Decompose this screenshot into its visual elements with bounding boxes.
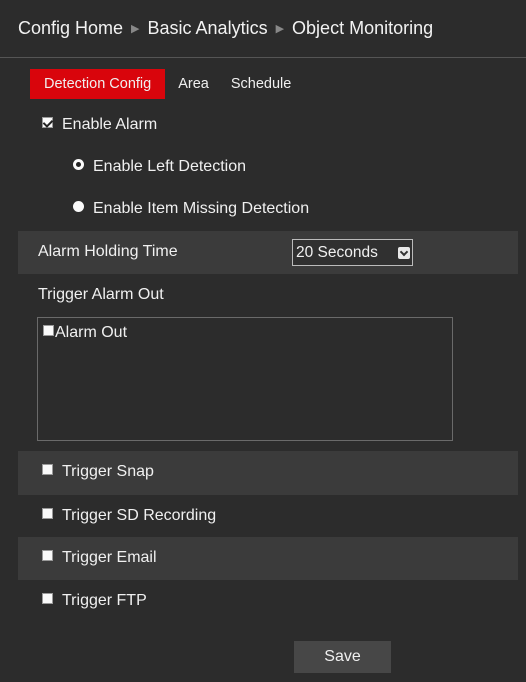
trigger-snap-label: Trigger Snap — [62, 463, 154, 480]
alarm-holding-time-value: 20 Seconds — [296, 244, 378, 261]
trigger-snap-checkbox[interactable] — [42, 464, 53, 476]
trigger-ftp-item: Trigger FTP — [42, 592, 147, 610]
item-missing-detection-label: Enable Item Missing Detection — [93, 200, 310, 217]
chevron-right-icon: ▶ — [131, 23, 140, 35]
left-detection-row: Enable Left Detection — [18, 158, 518, 184]
trigger-ftp-label: Trigger FTP — [62, 592, 147, 609]
trigger-sd-recording-item: Trigger SD Recording — [42, 507, 216, 525]
object-monitoring-page: Config Home ▶ Basic Analytics ▶ Object Monit… — [0, 0, 526, 682]
trigger-email-label: Trigger Email — [62, 549, 157, 566]
alarm-out-list: Alarm Out — [37, 317, 453, 441]
breadcrumb-config-home[interactable]: Config Home — [18, 18, 123, 38]
trigger-email-item: Trigger Email — [42, 549, 157, 567]
trigger-alarm-out-section: Trigger Alarm Out Alarm Out — [18, 279, 518, 451]
tab-bar: Detection Config Area Schedule — [30, 69, 302, 99]
enable-alarm-checkbox[interactable] — [42, 117, 53, 129]
trigger-snap-item: Trigger Snap — [42, 463, 154, 481]
chevron-down-icon[interactable] — [398, 247, 410, 259]
breadcrumb-object-monitoring: Object Monitoring — [292, 18, 434, 38]
trigger-email-row: Trigger Email — [18, 537, 518, 580]
trigger-ftp-checkbox[interactable] — [42, 593, 53, 605]
alarm-holding-time-label: Alarm Holding Time — [38, 243, 178, 260]
alarm-holding-time-select[interactable]: 20 Seconds — [292, 239, 413, 266]
tab-detection-config[interactable]: Detection Config — [30, 69, 166, 99]
chevron-right-icon: ▶ — [275, 23, 285, 35]
left-detection-radio[interactable] — [73, 159, 84, 171]
enable-alarm-label: Enable Alarm — [62, 116, 158, 133]
alarm-out-checkbox[interactable] — [43, 325, 54, 337]
save-button[interactable]: Save — [294, 641, 391, 673]
trigger-sd-recording-label: Trigger SD Recording — [62, 507, 217, 524]
item-missing-detection-row: Enable Item Missing Detection — [18, 200, 518, 226]
enable-alarm-row: Enable Alarm — [18, 116, 518, 142]
trigger-email-checkbox[interactable] — [42, 550, 53, 562]
trigger-snap-row: Trigger Snap — [18, 451, 518, 495]
breadcrumb: Config Home ▶ Basic Analytics ▶ Object Monit… — [0, 0, 526, 58]
left-detection-label: Enable Left Detection — [93, 158, 246, 175]
trigger-ftp-row: Trigger FTP — [18, 580, 518, 623]
item-missing-detection-radio[interactable] — [73, 201, 84, 213]
trigger-alarm-out-label: Trigger Alarm Out — [38, 286, 164, 303]
tab-schedule[interactable]: Schedule — [220, 69, 302, 99]
tab-area[interactable]: Area — [167, 69, 220, 99]
breadcrumb-basic-analytics[interactable]: Basic Analytics — [148, 18, 268, 38]
alarm-out-label: Alarm Out — [55, 324, 128, 341]
trigger-sd-recording-checkbox[interactable] — [42, 508, 53, 520]
trigger-sd-recording-row: Trigger SD Recording — [18, 495, 518, 539]
alarm-out-item: Alarm Out — [43, 324, 127, 342]
alarm-holding-time-row: Alarm Holding Time 20 Seconds — [18, 231, 518, 274]
